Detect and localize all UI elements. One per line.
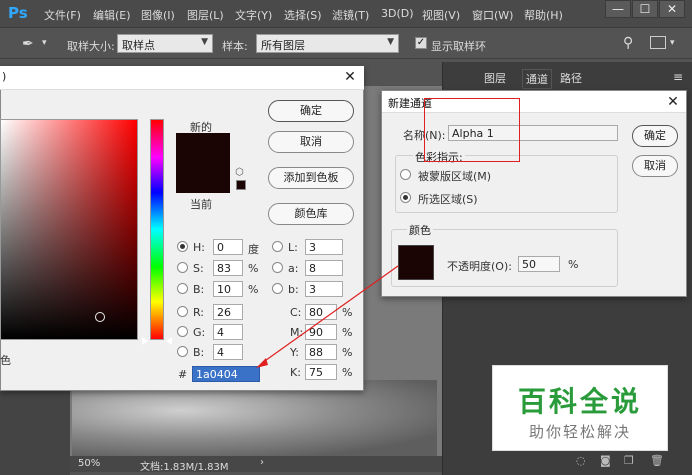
- watermark-subtitle: 助你轻松解决: [528, 423, 631, 441]
- watermark-title: 百科全说: [517, 385, 642, 418]
